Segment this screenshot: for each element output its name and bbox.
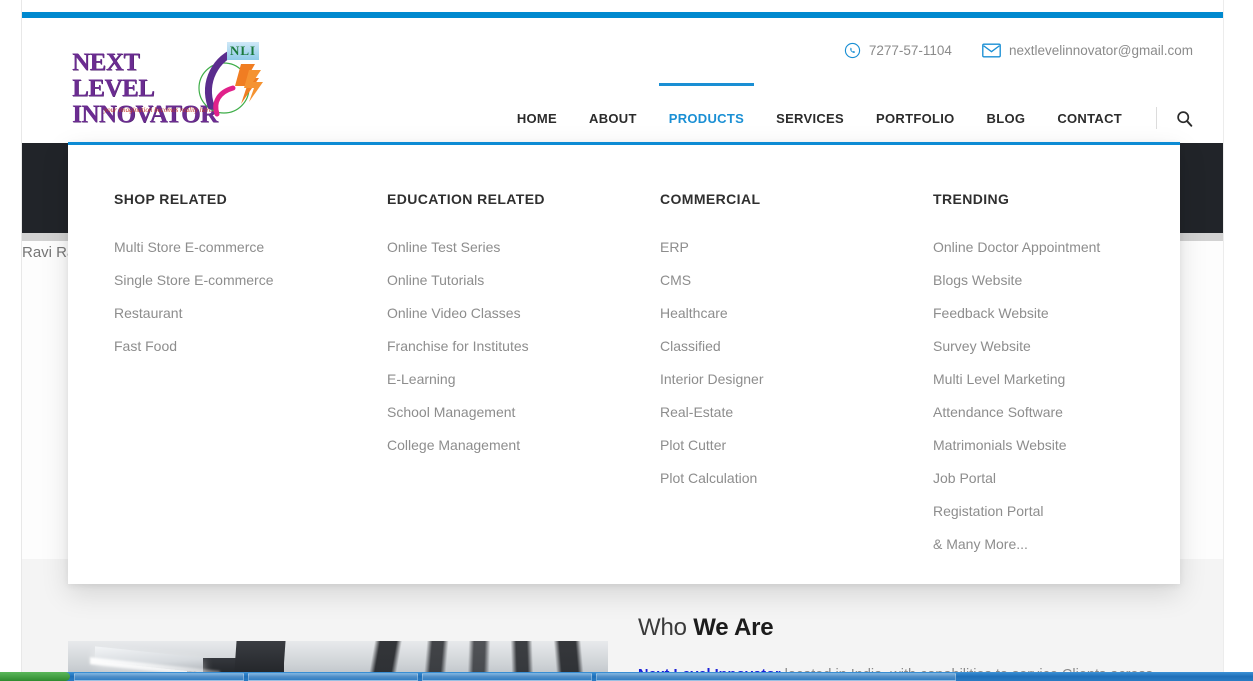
mega-column-trending: TRENDING Online Doctor Appointment Blogs…: [887, 191, 1160, 584]
nav-item-about[interactable]: ABOUT: [573, 88, 653, 148]
menu-item-registation-portal[interactable]: Registation Portal: [933, 495, 1160, 528]
nav-item-products[interactable]: PRODUCTS: [653, 83, 760, 148]
menu-item-fast-food[interactable]: Fast Food: [114, 330, 341, 363]
nav-item-services[interactable]: SERVICES: [760, 88, 860, 148]
envelope-icon: [982, 43, 1001, 58]
page-gutter-right: [1223, 0, 1253, 681]
who-we-are-heading-light: Who: [638, 614, 694, 641]
search-icon: [1176, 110, 1192, 127]
products-mega-menu: SHOP RELATED Multi Store E-commerce Sing…: [68, 142, 1180, 584]
menu-item-real-estate[interactable]: Real-Estate: [660, 396, 887, 429]
photo-beam-primary: [233, 641, 286, 673]
menu-item-erp[interactable]: ERP: [660, 231, 887, 264]
menu-item-job-portal[interactable]: Job Portal: [933, 462, 1160, 495]
logo-nli-badge: NLI: [227, 42, 260, 60]
mega-heading-shop-related: SHOP RELATED: [114, 191, 228, 207]
menu-item-healthcare[interactable]: Healthcare: [660, 297, 887, 330]
taskbar-item-2[interactable]: [248, 672, 418, 681]
menu-item-attendance-software[interactable]: Attendance Software: [933, 396, 1160, 429]
taskbar-item-3[interactable]: [422, 672, 592, 681]
header-contact-strip: 7277-57-1104 nextlevelinnovator@gmail.co…: [844, 42, 1193, 59]
who-we-are-content: Who We Are Next Level Innovator located …: [638, 614, 1183, 673]
nav-item-portfolio[interactable]: PORTFOLIO: [860, 88, 971, 148]
browser-viewport: Ravi Ra Who We Are Next Level Innovator …: [0, 0, 1253, 681]
main-navigation: HOME ABOUT PRODUCTS SERVICES PORTFOLIO B…: [501, 83, 1197, 148]
site-header: NEXT LEVEL INNOVATOR your imagination be…: [22, 18, 1223, 143]
menu-item-interior-designer[interactable]: Interior Designer: [660, 363, 887, 396]
mega-heading-commercial: COMMERCIAL: [660, 191, 761, 207]
phone-contact[interactable]: 7277-57-1104: [844, 42, 952, 59]
menu-item-online-test-series[interactable]: Online Test Series: [387, 231, 614, 264]
menu-item-feedback-website[interactable]: Feedback Website: [933, 297, 1160, 330]
menu-item-plot-cutter[interactable]: Plot Cutter: [660, 429, 887, 462]
phone-number: 7277-57-1104: [868, 43, 952, 58]
menu-item-restaurant[interactable]: Restaurant: [114, 297, 341, 330]
mega-column-commercial: COMMERCIAL ERP CMS Healthcare Classified…: [614, 191, 887, 584]
start-button[interactable]: [0, 672, 70, 681]
mega-heading-education-related: EDUCATION RELATED: [387, 191, 545, 207]
mega-column-education-related: EDUCATION RELATED Online Test Series Onl…: [341, 191, 614, 584]
website-page: Ravi Ra Who We Are Next Level Innovator …: [22, 12, 1223, 673]
menu-item-college-management[interactable]: College Management: [387, 429, 614, 462]
whatsapp-icon: [844, 42, 861, 59]
search-button[interactable]: [1171, 105, 1197, 131]
taskbar-item-1[interactable]: [74, 672, 244, 681]
menu-item-classified[interactable]: Classified: [660, 330, 887, 363]
menu-item-many-more[interactable]: & Many More...: [933, 528, 1160, 561]
menu-item-plot-calculation[interactable]: Plot Calculation: [660, 462, 887, 495]
nav-item-contact[interactable]: CONTACT: [1041, 88, 1138, 148]
menu-item-school-management[interactable]: School Management: [387, 396, 614, 429]
menu-item-matrimonials-website[interactable]: Matrimonials Website: [933, 429, 1160, 462]
os-taskbar[interactable]: [0, 672, 1253, 681]
who-we-are-heading-bold: We Are: [693, 614, 774, 641]
email-contact[interactable]: nextlevelinnovator@gmail.com: [982, 43, 1193, 58]
page-gutter-left: [0, 0, 22, 681]
menu-item-online-video-classes[interactable]: Online Video Classes: [387, 297, 614, 330]
menu-item-franchise-for-institutes[interactable]: Franchise for Institutes: [387, 330, 614, 363]
menu-item-multi-level-marketing[interactable]: Multi Level Marketing: [933, 363, 1160, 396]
mega-column-shop-related: SHOP RELATED Multi Store E-commerce Sing…: [68, 191, 341, 584]
logo-mark: NEXT LEVEL INNOVATOR your imagination be…: [72, 42, 267, 128]
site-logo[interactable]: NEXT LEVEL INNOVATOR your imagination be…: [72, 42, 267, 128]
mega-heading-trending: TRENDING: [933, 191, 1010, 207]
nav-divider: [1156, 107, 1157, 129]
menu-item-cms[interactable]: CMS: [660, 264, 887, 297]
office-interior-photo: [68, 641, 608, 673]
menu-item-survey-website[interactable]: Survey Website: [933, 330, 1160, 363]
email-address: nextlevelinnovator@gmail.com: [1008, 43, 1193, 58]
nav-item-blog[interactable]: BLOG: [971, 88, 1042, 148]
who-we-are-heading: Who We Are: [638, 614, 1183, 642]
menu-item-single-store-ecommerce[interactable]: Single Store E-commerce: [114, 264, 341, 297]
menu-item-e-learning[interactable]: E-Learning: [387, 363, 614, 396]
menu-item-blogs-website[interactable]: Blogs Website: [933, 264, 1160, 297]
menu-item-multi-store-ecommerce[interactable]: Multi Store E-commerce: [114, 231, 341, 264]
menu-item-online-tutorials[interactable]: Online Tutorials: [387, 264, 614, 297]
menu-item-online-doctor-appointment[interactable]: Online Doctor Appointment: [933, 231, 1160, 264]
nav-item-home[interactable]: HOME: [501, 88, 573, 148]
taskbar-item-4[interactable]: [596, 672, 956, 681]
